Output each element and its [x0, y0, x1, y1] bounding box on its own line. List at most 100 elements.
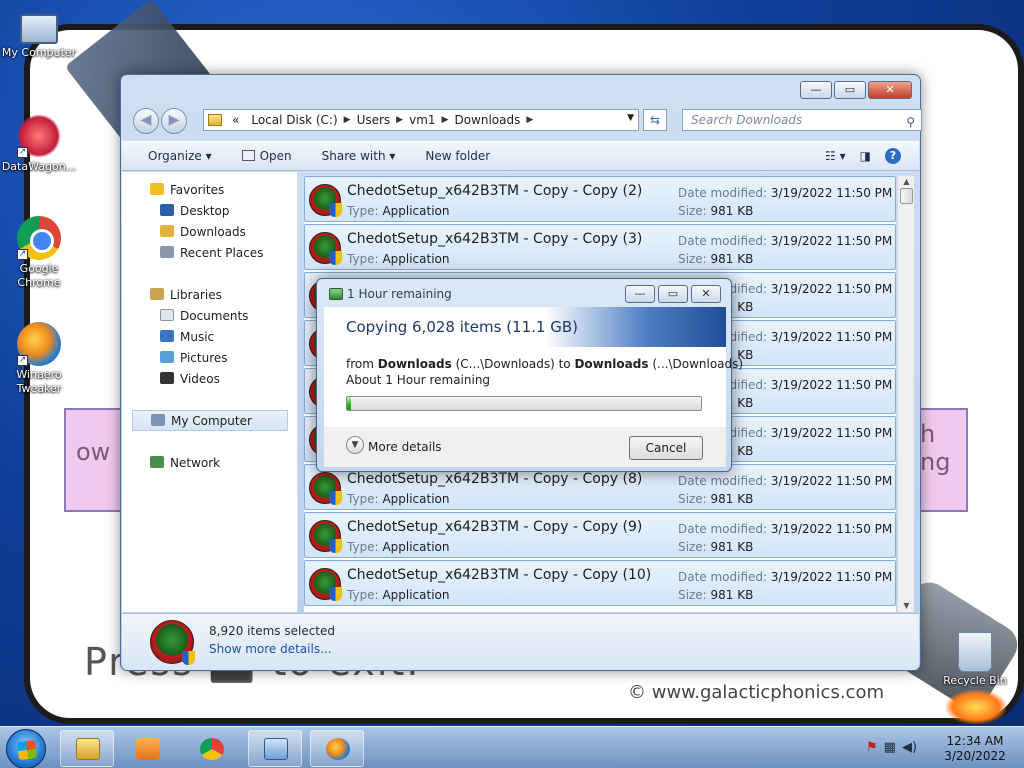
- breadcrumb-item[interactable]: Downloads: [448, 113, 526, 127]
- file-date-value: 3/19/2022 11:50 PM: [770, 282, 893, 296]
- file-date-value: 3/19/2022 11:50 PM: [770, 570, 893, 584]
- share-with-button[interactable]: Share with ▾: [322, 149, 396, 163]
- system-tray: ⚑ ▦ ◀): [866, 740, 917, 755]
- copy-progress-dialog: 1 Hour remaining — ▭ ✕ Copying 6,028 ite…: [316, 278, 743, 472]
- breadcrumb-separator-icon[interactable]: ▶: [526, 115, 533, 125]
- progress-fill: [347, 397, 351, 410]
- file-size-value: 981 KB: [710, 540, 754, 554]
- size-label: Size:: [678, 252, 707, 266]
- media-player-icon: [136, 738, 160, 760]
- file-name: ChedotSetup_x642B3TM - Copy - Copy (2): [347, 183, 643, 199]
- chevron-down-icon[interactable]: ▼: [346, 436, 364, 454]
- clock-date: 3/20/2022: [944, 749, 1006, 763]
- file-size: Size: 981 KB: [678, 204, 753, 218]
- dialog-close-button[interactable]: ✕: [691, 285, 721, 303]
- size-label: Size:: [678, 588, 707, 602]
- scroll-down-icon[interactable]: ▼: [898, 600, 915, 612]
- desktop-icon-recycle-bin[interactable]: Recycle Bin: [936, 632, 1014, 688]
- breadcrumb-item[interactable]: Local Disk (C:): [245, 113, 343, 127]
- breadcrumb-separator-icon[interactable]: ▶: [396, 115, 403, 125]
- file-date-value: 3/19/2022 11:50 PM: [770, 522, 893, 536]
- source-folder-link[interactable]: Downloads: [378, 357, 452, 371]
- desktop-icon-winaero-tweaker[interactable]: ↗ Winaero Tweaker: [0, 322, 78, 396]
- copy-icon: [329, 288, 343, 300]
- network-icon[interactable]: ▦: [884, 740, 896, 755]
- new-folder-button[interactable]: New folder: [425, 149, 490, 163]
- taskbar-winaero-button[interactable]: [310, 730, 364, 767]
- start-button[interactable]: [6, 729, 46, 768]
- address-dropdown-icon[interactable]: ▼: [627, 113, 634, 123]
- date-label: Date modified:: [678, 474, 768, 488]
- file-type-value: Application: [382, 588, 450, 602]
- taskbar-media-player-button[interactable]: [120, 730, 174, 767]
- dialog-window-controls: — ▭ ✕: [625, 285, 721, 303]
- nav-item-network[interactable]: Network: [150, 453, 325, 474]
- change-view-button[interactable]: ☷ ▾: [825, 149, 846, 163]
- nav-item-my-computer[interactable]: My Computer: [132, 410, 288, 431]
- search-icon[interactable]: ⚲: [906, 112, 915, 132]
- minimize-button[interactable]: —: [800, 81, 832, 99]
- close-button[interactable]: ✕: [868, 81, 912, 99]
- file-name: ChedotSetup_x642B3TM - Copy - Copy (10): [347, 567, 652, 583]
- nav-item-label: Libraries: [170, 288, 222, 302]
- open-label: Open: [259, 149, 292, 163]
- desktop-icon-google-chrome[interactable]: ↗ Google Chrome: [0, 216, 78, 290]
- breadcrumb-separator-icon[interactable]: ▶: [442, 115, 449, 125]
- breadcrumb-separator-icon[interactable]: ▶: [344, 115, 351, 125]
- breadcrumb-item[interactable]: Users: [351, 113, 397, 127]
- copy-progress-bar: [346, 396, 702, 411]
- volume-icon[interactable]: ◀): [902, 740, 917, 755]
- desktop-icon-datawagon[interactable]: ↗ DataWagon...: [0, 114, 78, 174]
- destination-path: (...\Downloads): [652, 357, 744, 371]
- nav-item-label: Desktop: [180, 204, 230, 218]
- scroll-up-icon[interactable]: ▲: [898, 176, 915, 188]
- nav-item-label: Videos: [180, 372, 220, 386]
- refresh-button[interactable]: ⇆: [643, 109, 667, 131]
- open-button[interactable]: Open: [241, 149, 292, 163]
- file-item[interactable]: ChedotSetup_x642B3TM - Copy - Copy (9) Ty…: [304, 512, 896, 558]
- nav-item-favorites[interactable]: Favorites: [150, 180, 325, 201]
- taskbar-chrome-button[interactable]: [184, 730, 238, 767]
- more-details-toggle[interactable]: More details: [368, 440, 442, 454]
- file-item[interactable]: ChedotSetup_x642B3TM - Copy - Copy (10) T…: [304, 560, 896, 606]
- clock[interactable]: 12:34 AM 3/20/2022: [938, 734, 1012, 764]
- back-button[interactable]: ◀: [133, 108, 159, 134]
- nav-item-libraries[interactable]: Libraries: [150, 285, 325, 306]
- nav-item-label: Favorites: [170, 183, 225, 197]
- taskbar-control-panel-button[interactable]: [248, 730, 302, 767]
- help-icon[interactable]: ?: [885, 148, 901, 164]
- file-item[interactable]: ChedotSetup_x642B3TM - Copy - Copy (2) Ty…: [304, 176, 896, 222]
- search-input[interactable]: Search Downloads ⚲: [682, 109, 922, 131]
- file-date-value: 3/19/2022 11:50 PM: [770, 378, 893, 392]
- organize-button[interactable]: Organize ▾: [148, 149, 212, 163]
- dialog-maximize-button[interactable]: ▭: [658, 285, 688, 303]
- file-date-value: 3/19/2022 11:50 PM: [770, 330, 893, 344]
- scroll-thumb[interactable]: [900, 188, 913, 204]
- preview-pane-button[interactable]: ◨: [860, 149, 871, 163]
- nav-item-label: Pictures: [180, 351, 228, 365]
- forward-button[interactable]: ▶: [161, 108, 187, 134]
- breadcrumb-item[interactable]: vm1: [403, 113, 441, 127]
- wallpaper-credit: © www.galacticphonics.com: [628, 682, 884, 703]
- dialog-minimize-button[interactable]: —: [625, 285, 655, 303]
- address-bar[interactable]: « Local Disk (C:) ▶ Users ▶ vm1 ▶ Downlo…: [203, 109, 639, 131]
- vertical-scrollbar[interactable]: ▲ ▼: [897, 176, 914, 612]
- music-icon: [160, 330, 174, 342]
- breadcrumb-prefix[interactable]: «: [226, 113, 245, 127]
- file-size-value: 981 KB: [710, 492, 754, 506]
- toolbar-right: ☷ ▾ ◨ ?: [825, 148, 901, 164]
- file-item[interactable]: ChedotSetup_x642B3TM - Copy - Copy (3) Ty…: [304, 224, 896, 270]
- show-more-details-link[interactable]: Show more details...: [209, 642, 332, 656]
- dialog-footer: ▼ More details Cancel: [324, 427, 726, 467]
- action-center-icon[interactable]: ⚑: [866, 740, 878, 755]
- folder-icon: [208, 114, 222, 126]
- date-label: Date modified:: [678, 570, 768, 584]
- file-date: Date modified: 3/19/2022 11:50 PM: [678, 570, 892, 584]
- maximize-button[interactable]: ▭: [834, 81, 866, 99]
- file-size: Size: 981 KB: [678, 492, 753, 506]
- taskbar-explorer-button[interactable]: [60, 730, 114, 767]
- destination-folder-link[interactable]: Downloads: [574, 357, 648, 371]
- cancel-button[interactable]: Cancel: [629, 436, 703, 460]
- desktop-icon-my-computer[interactable]: My Computer: [0, 8, 78, 60]
- date-label: Date modified:: [678, 186, 768, 200]
